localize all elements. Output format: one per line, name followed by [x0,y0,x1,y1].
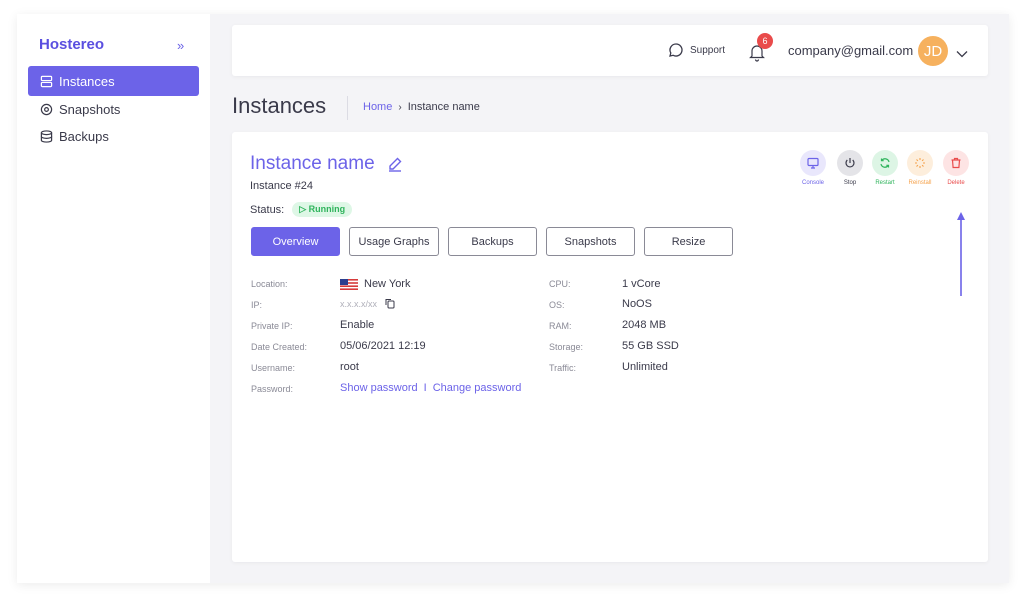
sidebar-item-snapshots[interactable]: Snapshots [28,94,199,124]
edit-pencil-icon[interactable] [387,156,403,172]
os-key: OS: [549,300,565,310]
location-text: New York [364,278,411,290]
sidebar-item-instances[interactable]: Instances [28,66,199,96]
sidebar-item-label: Backups [59,128,109,144]
loader-icon [907,150,933,176]
top-header: Support 6 company@gmail.com JD [232,25,988,76]
user-email[interactable]: company@gmail.com [788,43,913,58]
private-ip-key: Private IP: [251,321,293,331]
storage-value: 55 GB SSD [622,340,679,352]
breadcrumb-separator-icon: › [398,101,402,113]
password-key: Password: [251,384,294,394]
tab-usage-graphs[interactable]: Usage Graphs [349,227,439,256]
avatar[interactable]: JD [918,36,948,66]
os-value: NoOS [622,298,652,310]
breadcrumb: Home › Instance name [363,101,480,113]
title-divider [347,96,348,120]
status-badge: ▷ Running [292,202,353,217]
tab-resize[interactable]: Resize [644,227,733,256]
delete-label: Delete [947,180,965,186]
reinstall-button[interactable]: Reinstall [905,150,935,186]
chat-bubble-icon [669,43,683,57]
traffic-value: Unlimited [622,361,668,373]
trash-icon [943,150,969,176]
monitor-icon [800,150,826,176]
arrow-up-icon [956,212,966,301]
show-password-link[interactable]: Show password [340,382,418,394]
location-key: Location: [251,279,288,289]
sidebar-item-label: Snapshots [59,101,121,117]
storage-key: Storage: [549,342,584,352]
ip-value: x.x.x.x/xx [340,298,395,309]
snapshot-icon [39,102,53,116]
us-flag-icon [340,278,358,290]
password-actions: Show password I Change password [340,382,521,394]
console-button[interactable]: Console [798,150,828,186]
sidebar-item-label: Instances [59,73,115,89]
reinstall-label: Reinstall [908,180,932,186]
chevron-down-icon[interactable] [956,45,968,63]
instance-name-row: Instance name [250,153,403,175]
instance-number: Instance #24 [250,180,313,192]
date-created-value: 05/06/2021 12:19 [340,340,426,352]
change-password-link[interactable]: Change password [433,382,522,394]
restart-button[interactable]: Restart [870,150,900,186]
stop-button[interactable]: Stop [835,150,865,186]
breadcrumb-current: Instance name [407,101,480,113]
status-row: Status: ▷ Running [250,202,353,217]
location-value: New York [340,278,410,290]
sidebar-item-backups[interactable]: Backups [28,121,199,151]
instance-card: Instance name Instance #24 Status: ▷ Run… [232,132,988,562]
ram-value: 2048 MB [622,319,667,331]
collapse-sidebar-icon[interactable]: » [177,38,184,53]
delete-button[interactable]: Delete [941,150,971,186]
ram-key: RAM: [549,321,572,331]
app-window: Hostereo » Instances Snapshots Backups S… [17,14,1009,583]
server-icon [39,74,53,88]
refresh-icon [872,150,898,176]
password-divider: I [423,382,427,394]
ip-key: IP: [251,300,263,310]
database-icon [39,129,53,143]
status-label: Status: [250,203,285,216]
stop-label: Stop [843,180,857,186]
notification-count-badge: 6 [757,33,773,49]
tab-overview[interactable]: Overview [251,227,340,256]
traffic-key: Traffic: [549,363,577,373]
support-label: Support [690,44,726,56]
console-label: Console [801,180,824,186]
cpu-key: CPU: [549,279,571,289]
page-title: Instances [232,93,327,118]
date-created-key: Date Created: [251,342,308,352]
power-icon [837,150,863,176]
instance-tabs: Overview Usage Graphs Backups Snapshots … [251,227,742,256]
tab-snapshots[interactable]: Snapshots [546,227,635,256]
support-link[interactable]: Support [668,42,725,58]
ip-text: x.x.x.x/xx [340,298,378,309]
copy-icon[interactable] [385,298,395,309]
instance-name: Instance name [250,153,375,174]
brand-logo[interactable]: Hostereo [39,36,104,53]
tab-backups[interactable]: Backups [448,227,537,256]
username-value: root [340,361,359,373]
sidebar: Hostereo » Instances Snapshots Backups [17,14,210,583]
breadcrumb-home-link[interactable]: Home [363,101,392,113]
restart-label: Restart [875,180,895,186]
username-key: Username: [251,363,296,373]
notifications-button[interactable]: 6 [748,33,773,62]
private-ip-value: Enable [340,319,375,331]
cpu-value: 1 vCore [622,278,661,290]
